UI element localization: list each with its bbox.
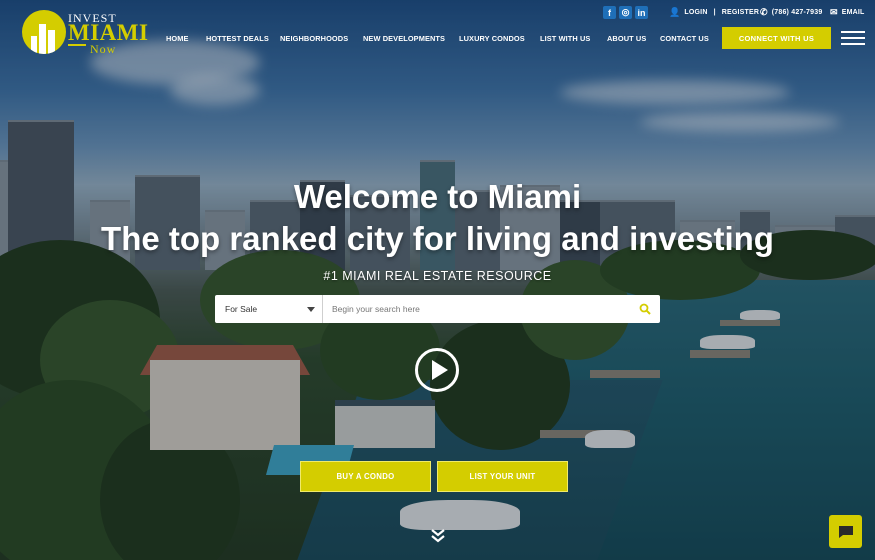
nav-contact-us[interactable]: CONTACT US — [660, 34, 709, 43]
login-link[interactable]: LOGIN — [684, 9, 707, 16]
scroll-down-chevron-icon[interactable] — [430, 527, 446, 543]
nav-hottest-deals[interactable]: HOTTEST DEALS — [206, 34, 269, 43]
search-input[interactable] — [323, 295, 630, 323]
nav-luxury-condos[interactable]: LUXURY CONDOS — [459, 34, 525, 43]
hamburger-menu-icon[interactable] — [841, 31, 865, 45]
search-button[interactable] — [630, 295, 660, 323]
utility-separator: | — [713, 9, 716, 16]
search-icon — [639, 303, 651, 315]
social-links: f ◎ in — [603, 6, 648, 19]
listing-type-value: For Sale — [225, 304, 258, 314]
listing-type-select[interactable]: For Sale — [215, 295, 323, 323]
phone-number: (786) 427-7939 — [771, 9, 823, 16]
nav-list-with-us[interactable]: LIST WITH US — [540, 34, 590, 43]
buy-a-condo-button[interactable]: BUY A CONDO — [300, 461, 431, 492]
envelope-icon: ✉ — [830, 7, 838, 17]
hero-subheadline: The top ranked city for living and inves… — [101, 220, 774, 257]
caret-down-icon — [307, 307, 315, 312]
nav-home[interactable]: HOME — [166, 34, 189, 43]
logo-word-now: Now — [90, 42, 117, 56]
site-logo[interactable]: INVEST MIAMI Now — [22, 10, 148, 56]
nav-neighborhoods[interactable]: NEIGHBORHOODS — [280, 34, 348, 43]
register-link[interactable]: REGISTER — [722, 9, 759, 16]
chat-widget-button[interactable] — [829, 515, 862, 548]
nav-about-us[interactable]: ABOUT US — [607, 34, 646, 43]
instagram-icon[interactable]: ◎ — [619, 6, 632, 19]
play-video-icon[interactable] — [415, 348, 459, 392]
user-icon: 👤 — [669, 7, 681, 17]
list-your-unit-button[interactable]: LIST YOUR UNIT — [437, 461, 568, 492]
phone-icon: ✆ — [760, 7, 768, 17]
hero-tagline: #1 MIAMI REAL ESTATE RESOURCE — [323, 269, 552, 283]
logo-emblem-icon — [22, 10, 66, 54]
nav-new-developments[interactable]: NEW DEVELOPMENTS — [363, 34, 445, 43]
linkedin-icon[interactable]: in — [635, 6, 648, 19]
logo-divider — [68, 44, 86, 46]
login-register-links: 👤 LOGIN | REGISTER — [669, 7, 759, 18]
property-search-bar: For Sale — [215, 295, 660, 323]
email-link[interactable]: ✉ EMAIL — [830, 7, 865, 18]
chat-bubble-icon — [838, 525, 853, 538]
hero-headline: Welcome to Miami — [293, 178, 582, 215]
connect-with-us-button[interactable]: CONNECT WITH US — [722, 27, 831, 49]
phone-link[interactable]: ✆ (786) 427-7939 — [760, 7, 822, 18]
facebook-icon[interactable]: f — [603, 6, 616, 19]
email-label: EMAIL — [841, 9, 865, 16]
